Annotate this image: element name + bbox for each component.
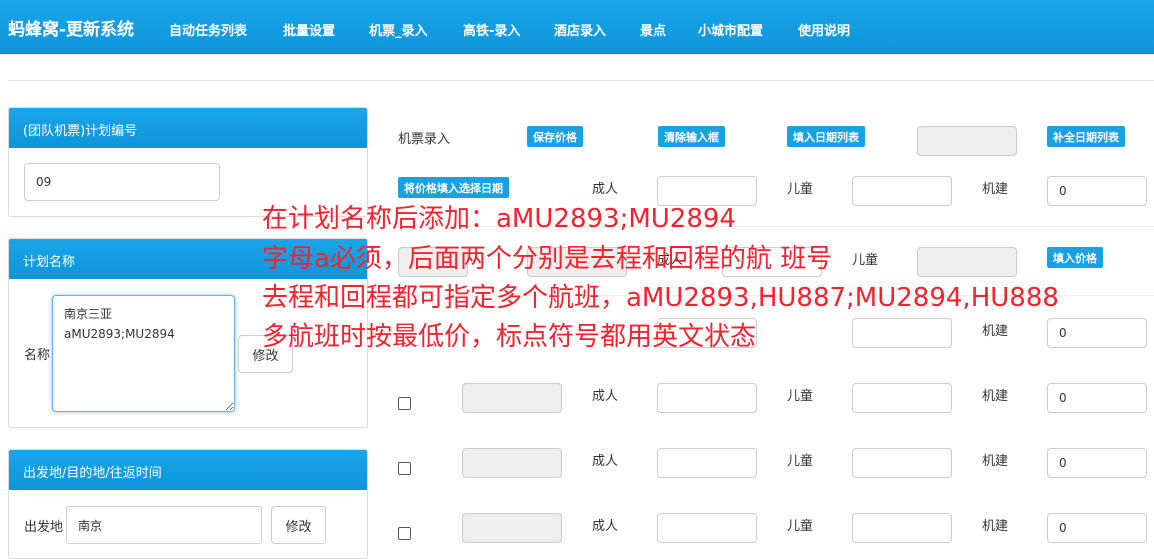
nav-user-guide[interactable]: 使用说明: [798, 20, 850, 39]
complete-date-list-button[interactable]: 补全日期列表: [1047, 126, 1125, 147]
row5-child-input[interactable]: [852, 448, 952, 478]
nav-batch-settings[interactable]: 批量设置: [283, 20, 335, 39]
nav-flight-entry[interactable]: 机票_录入: [369, 20, 428, 39]
fill-price-button[interactable]: 填入价格: [1047, 247, 1103, 268]
route-panel-title: 出发地/目的地/往返时间: [9, 450, 367, 490]
nav-rail-entry[interactable]: 高铁-录入: [463, 20, 520, 39]
row4-adult-label: 成人: [592, 389, 619, 404]
annotation-line-4: 多航班时按最低价，标点符号都用英文状态: [262, 322, 757, 352]
row6-adult-label: 成人: [592, 519, 619, 534]
plan-name-label: 名称: [24, 348, 51, 363]
nav-small-city-config[interactable]: 小城市配置: [698, 20, 763, 39]
row5-adult-label: 成人: [592, 454, 619, 469]
row3-child-input[interactable]: [852, 318, 952, 348]
row6-checkbox[interactable]: [398, 527, 411, 540]
airport-fee-label: 机建: [982, 182, 1009, 197]
adult-label: 成人: [592, 182, 619, 197]
fill-date-list-button[interactable]: 填入日期列表: [787, 126, 865, 147]
plan-name-textarea[interactable]: 南京三亚 aMU2893;MU2894: [52, 295, 235, 412]
row2-child-label: 儿童: [852, 253, 879, 268]
row5-adult-input[interactable]: [657, 448, 757, 478]
row4-airport-fee-label: 机建: [982, 389, 1009, 404]
row6-airport-fee-input[interactable]: [1047, 513, 1147, 543]
plan-number-panel-title: (团队机票)计划编号: [9, 108, 367, 148]
row5-child-label: 儿童: [787, 454, 814, 469]
row6-adult-input[interactable]: [657, 513, 757, 543]
row4-date-input[interactable]: [462, 383, 562, 413]
plan-number-input[interactable]: [24, 163, 220, 201]
fill-price-to-dates-button[interactable]: 将价格填入选择日期: [398, 177, 509, 198]
plan-name-text-line2: aMU2893;MU2894: [64, 327, 175, 341]
row4-airport-fee-input[interactable]: [1047, 383, 1147, 413]
ticket-entry-label: 机票录入: [398, 132, 451, 147]
row4-checkbox[interactable]: [398, 397, 411, 410]
row6-child-input[interactable]: [852, 513, 952, 543]
row4-child-label: 儿童: [787, 389, 814, 404]
row2-child-input[interactable]: [917, 247, 1017, 277]
row4-child-input[interactable]: [852, 383, 952, 413]
route-panel: 出发地/目的地/往返时间 出发地 修改: [8, 449, 368, 559]
annotation-line-2: 字母a必须，后面两个分别是去程和回程的航 班号: [262, 244, 833, 274]
departure-label: 出发地: [24, 520, 64, 535]
row3-airport-fee-input[interactable]: [1047, 318, 1147, 348]
row3-airport-fee-label: 机建: [982, 324, 1009, 339]
save-price-button[interactable]: 保存价格: [527, 126, 583, 147]
row5-airport-fee-input[interactable]: [1047, 448, 1147, 478]
row6-date-input[interactable]: [462, 513, 562, 543]
row5-airport-fee-label: 机建: [982, 454, 1009, 469]
annotation-line-3: 去程和回程都可指定多个航班，aMU2893,HU887;MU2894,HU888: [262, 283, 1059, 313]
date-list-input[interactable]: [917, 126, 1017, 156]
row5-date-input[interactable]: [462, 448, 562, 478]
child-price-input[interactable]: [852, 176, 952, 206]
brand-title[interactable]: 蚂蜂窝-更新系统: [8, 15, 134, 40]
nav-attractions[interactable]: 景点: [640, 20, 666, 39]
annotation-line-1: 在计划名称后添加：aMU2893;MU2894: [262, 204, 736, 234]
nav-auto-task-list[interactable]: 自动任务列表: [169, 20, 247, 39]
plan-name-text-line1: 南京三亚: [64, 307, 113, 321]
page-divider: [8, 80, 1154, 81]
airport-fee-input[interactable]: [1047, 176, 1147, 206]
nav-hotel-entry[interactable]: 酒店录入: [554, 20, 606, 39]
row5-checkbox[interactable]: [398, 462, 411, 475]
clear-inputs-button[interactable]: 清除输入框: [658, 126, 725, 147]
top-navbar: 蚂蜂窝-更新系统 自动任务列表 批量设置 机票_录入 高铁-录入 酒店录入 景点…: [0, 0, 1154, 54]
route-modify-button[interactable]: 修改: [271, 506, 326, 544]
departure-input[interactable]: [66, 506, 262, 544]
row6-child-label: 儿童: [787, 519, 814, 534]
row6-airport-fee-label: 机建: [982, 519, 1009, 534]
child-label: 儿童: [787, 182, 814, 197]
row4-adult-input[interactable]: [657, 383, 757, 413]
